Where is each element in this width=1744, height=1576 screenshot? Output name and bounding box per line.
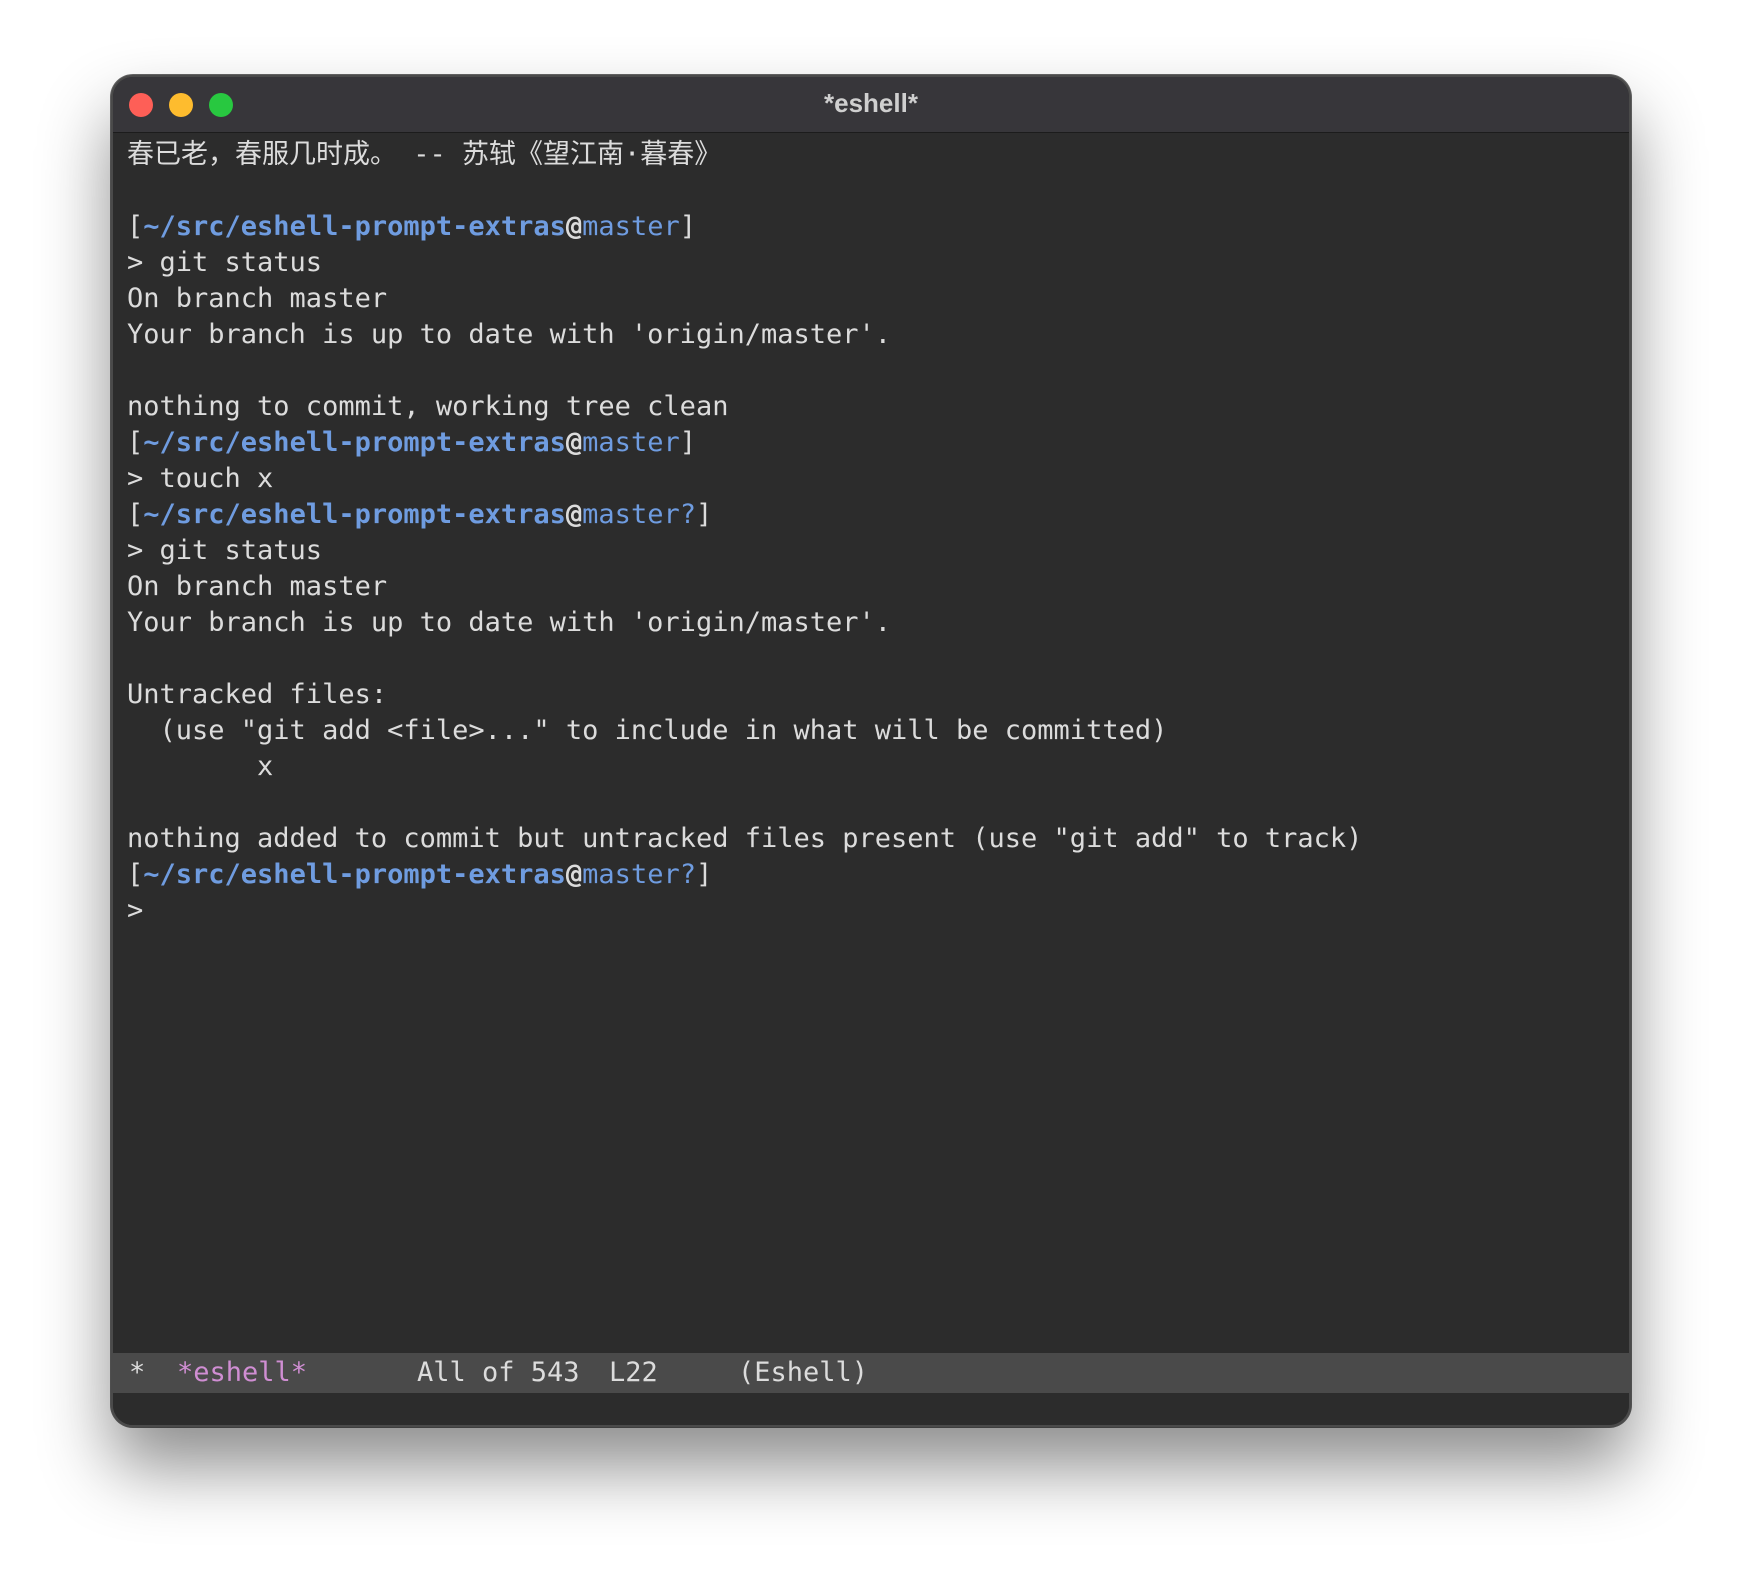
banner-quote: 春已老，春服几时成。 -- 苏轼《望江南·暮春》 — [127, 139, 722, 170]
command-line: > git status — [127, 535, 323, 566]
output-line: (use "git add <file>..." to include in w… — [127, 715, 1168, 746]
echo-area[interactable] — [113, 1393, 1629, 1425]
prompt-branch: master? — [582, 859, 696, 890]
prompt-branch: master? — [582, 499, 696, 530]
prompt-branch: master — [582, 427, 680, 458]
mode-line[interactable]: * *eshell* All of 543 L22 (Eshell) — [113, 1353, 1629, 1393]
input-prompt-line[interactable]: > — [127, 893, 143, 929]
prompt-path: ~/src/eshell-prompt-extras — [143, 427, 566, 458]
prompt-line: [~/src/eshell-prompt-extras@master?] — [127, 859, 713, 890]
emacs-window: *eshell* 春已老，春服几时成。 -- 苏轼《望江南·暮春》 [~/src… — [111, 75, 1631, 1427]
output-line: On branch master — [127, 283, 388, 314]
output-line: Your branch is up to date with 'origin/m… — [127, 607, 892, 638]
output-line: On branch master — [127, 571, 388, 602]
mode-line-major-mode[interactable]: (Eshell) — [738, 1353, 868, 1393]
window-title: *eshell* — [824, 88, 918, 118]
output-line: nothing added to commit but untracked fi… — [127, 823, 1363, 854]
prompt-line: [~/src/eshell-prompt-extras@master?] — [127, 499, 713, 530]
title-bar[interactable]: *eshell* — [113, 77, 1629, 133]
eshell-buffer[interactable]: 春已老，春服几时成。 -- 苏轼《望江南·暮春》 [~/src/eshell-p… — [127, 133, 1615, 1425]
mode-line-buffer-name[interactable]: *eshell* — [177, 1353, 307, 1393]
prompt-branch: master — [582, 211, 680, 242]
prompt-path: ~/src/eshell-prompt-extras — [143, 859, 566, 890]
mode-line-position: All of 543 — [417, 1357, 580, 1388]
prompt-path: ~/src/eshell-prompt-extras — [143, 211, 566, 242]
prompt-line: [~/src/eshell-prompt-extras@master] — [127, 211, 696, 242]
output-line: Untracked files: — [127, 679, 388, 710]
command-line: > touch x — [127, 463, 274, 494]
output-line: x — [127, 751, 274, 782]
output-line: Your branch is up to date with 'origin/m… — [127, 319, 892, 350]
mode-line-line-number: L22 — [609, 1357, 658, 1388]
modified-indicator: * — [129, 1357, 146, 1388]
command-line: > git status — [127, 247, 323, 278]
prompt-path: ~/src/eshell-prompt-extras — [143, 499, 566, 530]
output-line: nothing to commit, working tree clean — [127, 391, 729, 422]
prompt-line: [~/src/eshell-prompt-extras@master] — [127, 427, 696, 458]
